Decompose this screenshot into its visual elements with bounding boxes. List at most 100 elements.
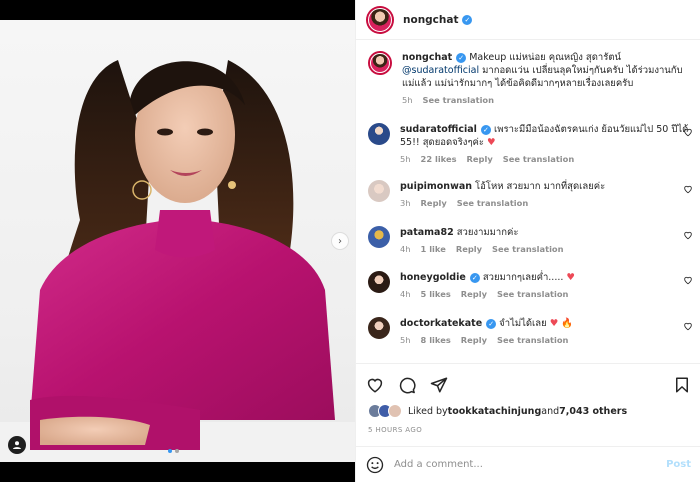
comment-username[interactable]: puipimonwan [400, 181, 472, 192]
comment-body: โอ้โหห สวยมาก มากที่สุดเลยค่ะ [475, 181, 606, 192]
save-button[interactable] [673, 376, 691, 394]
author-avatar[interactable] [366, 5, 394, 34]
reply-button[interactable]: Reply [421, 198, 447, 208]
user-tag-button[interactable] [8, 436, 26, 454]
like-comment-heart-icon[interactable] [683, 275, 693, 285]
verified-icon: ✓ [486, 318, 497, 329]
liker-avatar[interactable] [388, 404, 402, 418]
liked-by-middle: and [541, 405, 560, 417]
comment-text: patama82 สวยงามมากค่ะ [400, 226, 693, 239]
caption-avatar[interactable] [368, 51, 392, 75]
comment-time: 4h [400, 289, 411, 299]
instagram-post-modal: › nongchat ✓ nongchat ✓ Makeup แม่หน่อย ค… [0, 0, 700, 482]
see-translation-link[interactable]: See translation [492, 244, 563, 254]
author-username[interactable]: nongchat [403, 14, 458, 26]
post-media: › [0, 0, 355, 482]
comment-text: puipimonwan โอ้โหห สวยมาก มากที่สุดเลยค่… [400, 180, 693, 193]
likes-count[interactable]: 7,043 others [559, 406, 627, 417]
comment-username[interactable]: patama82 [400, 227, 454, 238]
post-panel: nongchat ✓ nongchat ✓ Makeup แม่หน่อย คุณ… [355, 0, 700, 482]
comment-text: sudaratofficial ✓ เพราะมีมือน้องฉัตรคนเก่… [400, 123, 693, 149]
heart-fire-emoji: ♥ 🔥 [549, 318, 574, 329]
comment-text: doctorkatekate ✓ จำไม่ได้เลย ♥ 🔥 [400, 317, 693, 330]
comment-item: puipimonwan โอ้โหห สวยมาก มากที่สุดเลยค่… [368, 180, 693, 208]
reply-button[interactable]: Reply [456, 244, 482, 254]
heart-emoji: ♥ [566, 272, 575, 283]
comment-time: 4h [400, 244, 411, 254]
verified-icon: ✓ [456, 52, 467, 63]
reply-button[interactable]: Reply [461, 335, 487, 345]
caption-mention[interactable]: @sudaratofficial [402, 65, 479, 76]
comment-meta: 4h 1 like Reply See translation [400, 244, 693, 254]
comment-meta: 3h Reply See translation [400, 198, 693, 208]
comment-likes[interactable]: 8 likes [421, 335, 451, 345]
verified-icon: ✓ [480, 124, 491, 135]
comment-icon[interactable] [398, 376, 416, 394]
see-translation-link[interactable]: See translation [497, 335, 568, 345]
comment-time: 5h [400, 154, 411, 164]
bookmark-icon [676, 377, 688, 393]
carousel-dot-active [168, 449, 172, 453]
verified-icon: ✓ [469, 272, 480, 283]
post-header: nongchat ✓ [356, 0, 700, 40]
comment-body: สวยมากๆเลยค่ำ..... [482, 272, 564, 283]
action-icons [366, 376, 448, 394]
comment-meta: 5h 8 likes Reply See translation [400, 335, 693, 345]
comment-time: 5h [400, 335, 411, 345]
commenter-avatar[interactable] [368, 123, 390, 145]
carousel-dot [175, 449, 179, 453]
commenter-avatar[interactable] [368, 180, 390, 202]
emoji-icon[interactable] [366, 456, 384, 474]
commenter-avatar[interactable] [368, 226, 390, 248]
comment-meta: 4h 5 likes Reply See translation [400, 289, 693, 299]
caption-time: 5h [402, 95, 413, 105]
carousel-indicator [168, 449, 179, 453]
post-actions: Liked by tookkatachinjung and 7,043 othe… [356, 363, 700, 453]
liked-by: Liked by tookkatachinjung and 7,043 othe… [368, 404, 627, 418]
comment-body: จำไม่ได้เลย [499, 318, 547, 329]
comment-username[interactable]: doctorkatekate [400, 318, 482, 329]
comment-username[interactable]: honeygoldie [400, 272, 466, 283]
heart-emoji: ♥ [487, 137, 496, 148]
like-comment-heart-icon[interactable] [683, 321, 693, 331]
commenter-avatar[interactable] [368, 271, 390, 293]
like-comment-heart-icon[interactable] [683, 127, 693, 137]
caption-body: Makeup แม่หน่อย คุณหญิง สุดารัตน์ [466, 52, 622, 63]
like-comment-heart-icon[interactable] [683, 184, 693, 194]
comment-input[interactable] [394, 459, 667, 470]
liked-by-prefix: Liked by [408, 405, 448, 417]
see-translation-link[interactable]: See translation [423, 95, 494, 105]
like-comment-heart-icon[interactable] [683, 230, 693, 240]
caption-meta: 5h See translation [402, 95, 693, 105]
comment-item: doctorkatekate ✓ จำไม่ได้เลย ♥ 🔥 5h 8 lik… [368, 317, 693, 345]
comment-likes[interactable]: 22 likes [421, 154, 457, 164]
heart-icon[interactable] [366, 376, 384, 394]
comment-item: honeygoldie ✓ สวยมากๆเลยค่ำ..... ♥ 4h 5 l… [368, 271, 693, 299]
portrait-image [0, 60, 355, 462]
reply-button[interactable]: Reply [461, 289, 487, 299]
comment-text: honeygoldie ✓ สวยมากๆเลยค่ำ..... ♥ [400, 271, 693, 284]
share-icon[interactable] [430, 376, 448, 394]
user-tag-icon [13, 441, 21, 449]
post-timestamp[interactable]: 5 HOURS AGO [368, 426, 422, 434]
post-photo[interactable] [0, 20, 355, 462]
comment-item: patama82 สวยงามมากค่ะ 4h 1 like Reply Se… [368, 226, 693, 254]
liked-by-user[interactable]: tookkatachinjung [448, 406, 542, 417]
comments-list[interactable]: nongchat ✓ Makeup แม่หน่อย คุณหญิง สุดารั… [356, 41, 700, 363]
comment-time: 3h [400, 198, 411, 208]
chevron-right-icon: › [338, 235, 342, 247]
comment-meta: 5h 22 likes Reply See translation [400, 154, 693, 164]
post-comment-button[interactable]: Post [666, 459, 691, 470]
comment-item: sudaratofficial ✓ เพราะมีมือน้องฉัตรคนเก่… [368, 123, 693, 164]
comment-username[interactable]: sudaratofficial [400, 124, 477, 135]
comment-likes[interactable]: 1 like [421, 244, 446, 254]
comment-body: สวยงามมากค่ะ [456, 227, 519, 238]
commenter-avatar[interactable] [368, 317, 390, 339]
caption-username[interactable]: nongchat [402, 52, 452, 63]
see-translation-link[interactable]: See translation [503, 154, 574, 164]
see-translation-link[interactable]: See translation [457, 198, 528, 208]
reply-button[interactable]: Reply [467, 154, 493, 164]
comment-likes[interactable]: 5 likes [421, 289, 451, 299]
see-translation-link[interactable]: See translation [497, 289, 568, 299]
next-image-button[interactable]: › [331, 232, 349, 250]
